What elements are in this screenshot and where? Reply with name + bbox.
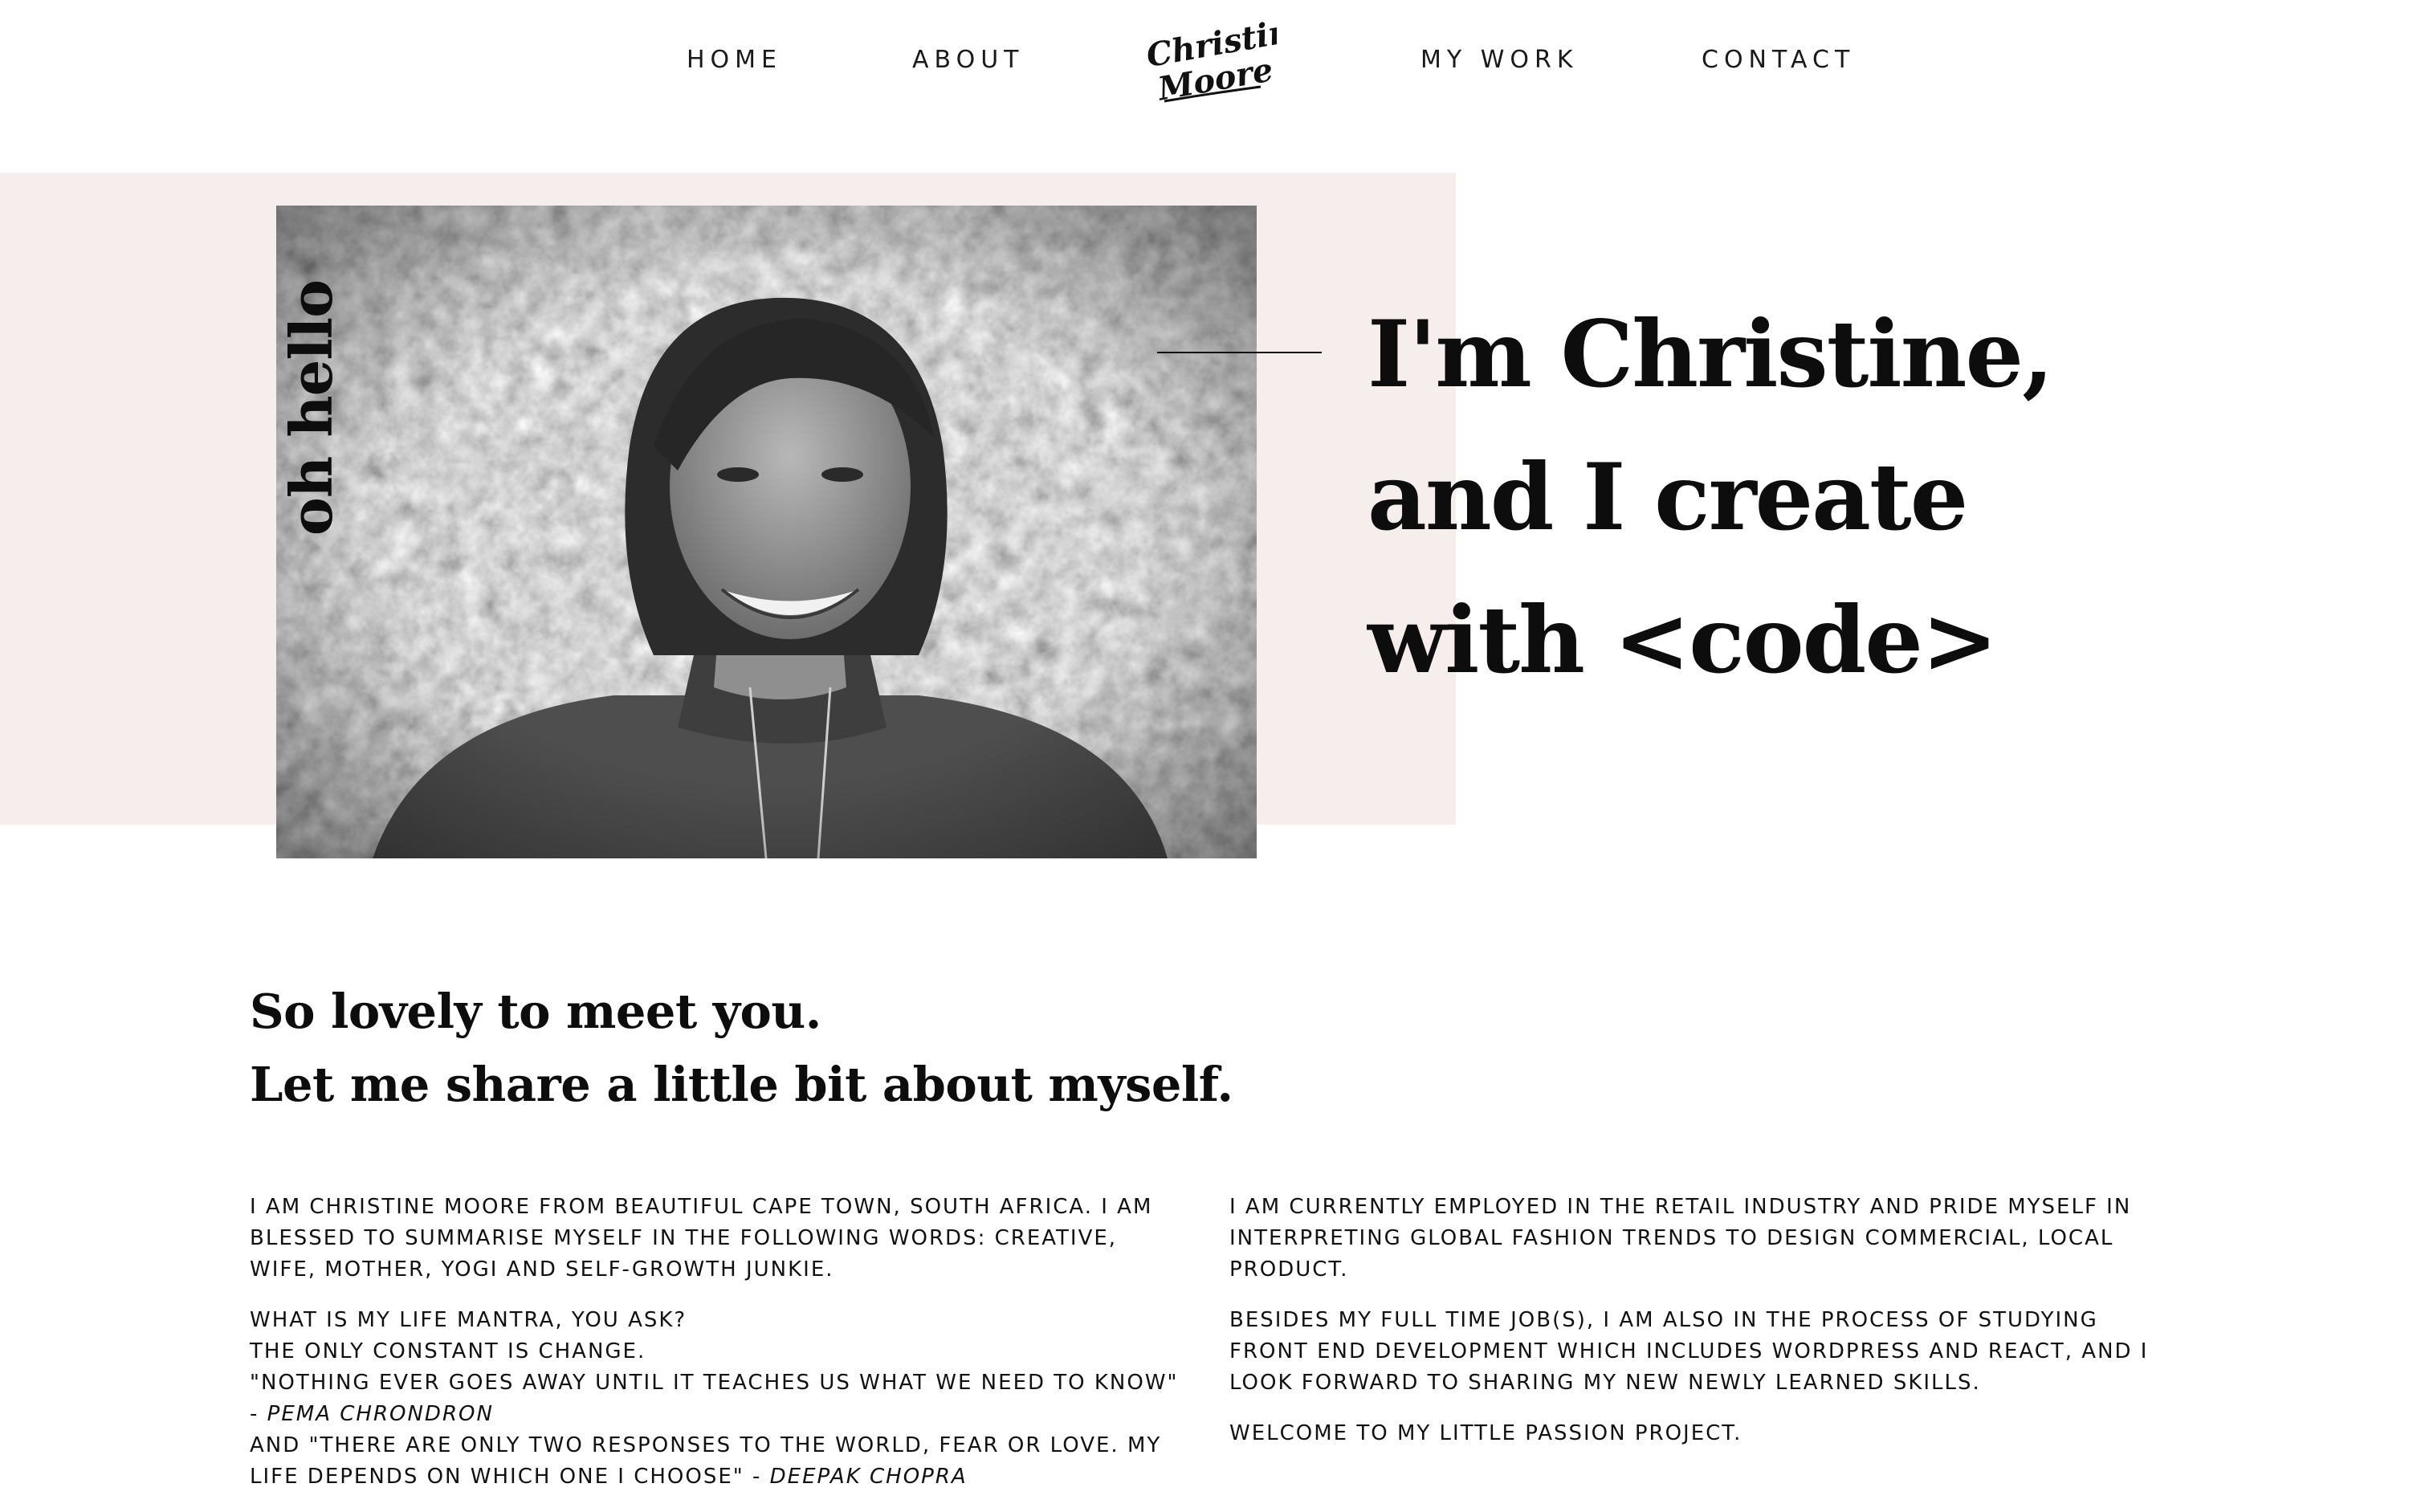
- bio-text-line: product.: [1229, 1257, 1349, 1282]
- portrait-photo: [276, 206, 1257, 858]
- bio-text-line: interpreting global fashion trends to de…: [1229, 1226, 2114, 1250]
- bio-text-line: I am Christine Moore from beautiful Cape…: [250, 1195, 1153, 1219]
- bio-text-line: What is my life mantra, you ask?: [250, 1308, 687, 1332]
- bio-text-line: The only constant is change.: [250, 1339, 646, 1363]
- bio-paragraph: Besides my full time job(s), I am also i…: [1229, 1305, 2193, 1399]
- bio-text-line: wife, mother, yogi and self-growth junki…: [250, 1257, 834, 1282]
- oh-hello-label: oh hello: [277, 279, 345, 536]
- bio-text-line: life depends on which one I choose" -: [250, 1465, 770, 1489]
- bio-text-line: "Nothing ever goes away until it teaches…: [250, 1371, 1179, 1395]
- bio-text-line: blessed to summarise myself in the follo…: [250, 1226, 1118, 1250]
- quote-author: Pema Chrondron: [267, 1402, 494, 1426]
- attribution-dash: -: [250, 1402, 267, 1426]
- bio-paragraph: I am Christine Moore from beautiful Cape…: [250, 1192, 1221, 1286]
- nav-about-link[interactable]: ABOUT: [912, 47, 1024, 74]
- hero-title: I'm Christine, and I create with <code>: [1367, 283, 2054, 711]
- nav-home-link[interactable]: HOME: [687, 47, 782, 74]
- quote-attribution: - Pema Chrondron: [250, 1399, 1221, 1430]
- accent-divider-line: [1157, 352, 1322, 353]
- hero-title-line: I'm Christine,: [1367, 300, 2054, 408]
- quote-attribution: life depends on which one I choose" - De…: [250, 1461, 1221, 1493]
- site-logo[interactable]: Christine Moore: [1140, 18, 1277, 106]
- bio-text-line: front end development which includes Wor…: [1229, 1339, 2149, 1363]
- bio-paragraph: Welcome to my little passion project.: [1229, 1418, 2193, 1449]
- nav-my-work-link[interactable]: MY WORK: [1420, 47, 1579, 74]
- bio-text-line: Welcome to my little passion project.: [1229, 1421, 1742, 1445]
- intro-heading: So lovely to meet you. Let me share a li…: [250, 975, 1233, 1121]
- hero-title-line: with <code>: [1367, 586, 1998, 694]
- intro-line: So lovely to meet you.: [250, 984, 821, 1039]
- bio-right-column: I am currently employed in the retail in…: [1229, 1192, 2193, 1469]
- intro-line: Let me share a little bit about myself.: [250, 1057, 1233, 1112]
- bio-text-line: I am currently employed in the retail in…: [1229, 1195, 2132, 1219]
- quote-author: Deepak Chopra: [769, 1465, 968, 1489]
- bio-left-column: I am Christine Moore from beautiful Cape…: [250, 1192, 1221, 1512]
- bio-paragraph: I am currently employed in the retail in…: [1229, 1192, 2193, 1286]
- bio-text-line: and "There are only two responses to the…: [250, 1433, 1162, 1457]
- bio-paragraph: What is my life mantra, you ask? The onl…: [250, 1305, 1221, 1493]
- logo-signature-icon: Christine Moore: [1143, 18, 1277, 106]
- bio-text-line: Besides my full time job(s), I am also i…: [1229, 1308, 2098, 1332]
- hero-title-line: and I create: [1367, 443, 1968, 551]
- bio-text-line: look forward to sharing my new newly lea…: [1229, 1371, 1981, 1395]
- nav-contact-link[interactable]: CONTACT: [1702, 47, 1855, 74]
